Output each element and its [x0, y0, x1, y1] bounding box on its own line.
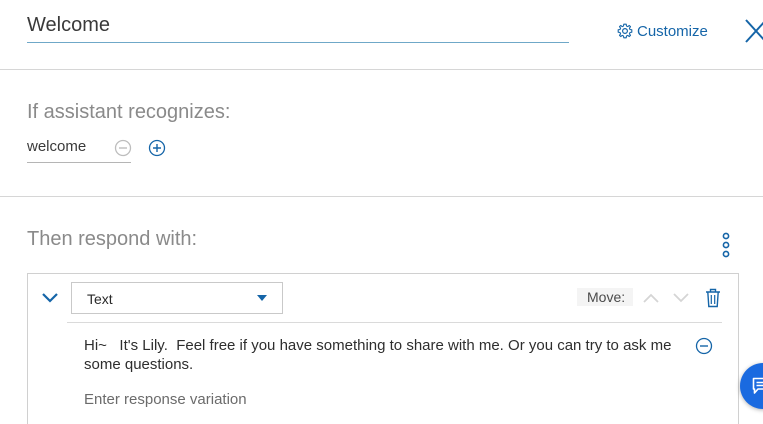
node-title[interactable]: Welcome — [27, 14, 110, 37]
delete-response-icon[interactable] — [705, 288, 721, 308]
response-type-value: Text — [87, 291, 113, 307]
more-options-icon[interactable] — [718, 232, 734, 260]
chevron-down-icon[interactable] — [40, 290, 60, 306]
add-condition-icon[interactable] — [148, 139, 166, 157]
section-divider — [0, 196, 763, 197]
caret-down-icon — [257, 295, 267, 301]
gear-icon — [617, 23, 633, 39]
response-variation-input[interactable] — [84, 391, 674, 408]
response-heading: Then respond with: — [27, 228, 198, 250]
move-up-icon[interactable] — [642, 291, 660, 305]
move-label: Move: — [577, 288, 634, 306]
customize-label: Customize — [637, 22, 708, 40]
response-text-variation[interactable]: Hi~ It's Lily. Feel free if you have som… — [84, 336, 674, 374]
chat-icon — [752, 377, 763, 394]
remove-condition-icon[interactable] — [114, 139, 132, 157]
chat-button[interactable] — [740, 363, 763, 409]
close-icon[interactable] — [744, 16, 763, 46]
move-down-icon[interactable] — [672, 291, 690, 305]
condition-value[interactable]: welcome — [27, 138, 86, 155]
remove-variation-icon[interactable] — [695, 337, 713, 355]
customize-button[interactable]: Customize — [617, 20, 708, 42]
condition-heading: If assistant recognizes: — [27, 101, 231, 123]
response-divider — [67, 322, 722, 323]
header-divider — [0, 69, 763, 70]
